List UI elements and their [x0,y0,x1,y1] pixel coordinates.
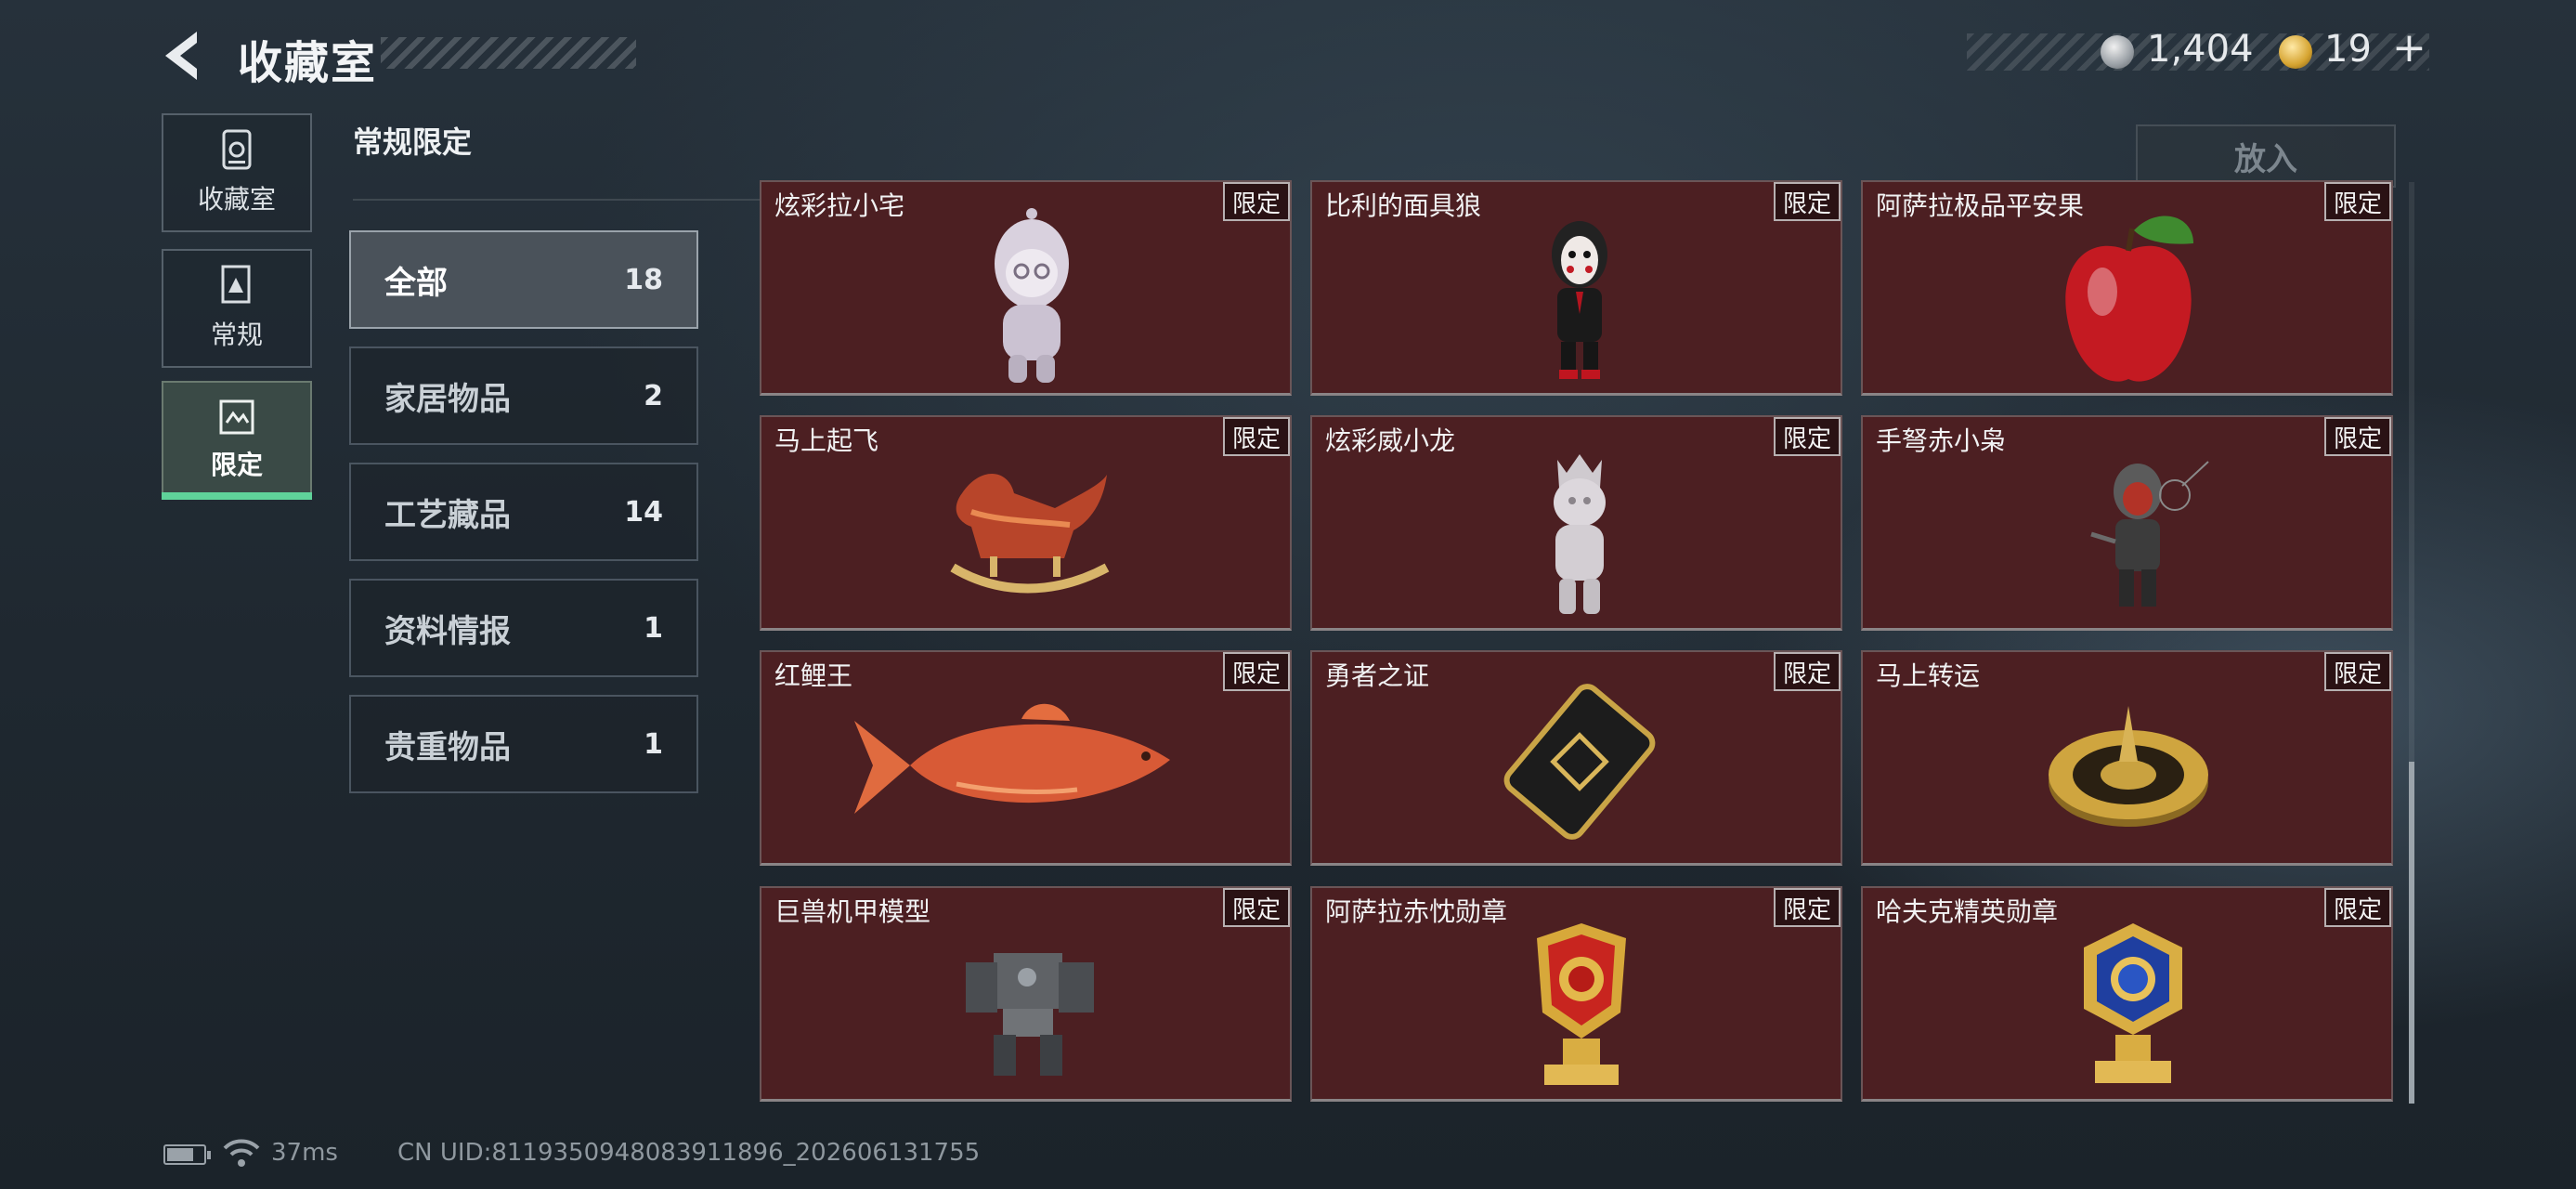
item-name: 马上转运 [1876,660,1981,691]
item-card[interactable]: 巨兽机甲模型 限定 [760,886,1292,1102]
apple-icon [2065,216,2193,382]
masked-figure-icon [1552,221,1607,379]
card-icon [1503,684,1656,840]
category-valuables[interactable]: 贵重物品 1 [349,695,698,793]
dragon-figure-icon [1554,454,1606,614]
limited-badge: 限定 [1774,888,1841,927]
nav-label: 收藏室 [197,184,276,215]
category-count: 18 [624,263,663,296]
scrollbar-thumb[interactable] [2409,762,2414,1104]
nav-label: 常规 [210,320,263,350]
user-id: CN UID:8119350948083911896_202606131755 [397,1139,981,1167]
category-count: 1 [644,611,663,645]
plush-figure-icon [995,208,1069,383]
item-card[interactable]: 阿萨拉赤忱勋章 限定 [1310,886,1842,1102]
limited-badge: 限定 [2324,182,2391,221]
limited-badge: 限定 [1223,417,1290,456]
rocking-horse-icon [950,473,1110,594]
item-card[interactable]: 手弩赤小枭 限定 [1861,415,2393,631]
item-card[interactable]: 炫彩威小龙 限定 [1310,415,1842,631]
item-name: 手弩赤小枭 [1876,425,2007,456]
put-in-button[interactable]: 放入 [2136,124,2396,188]
network-latency: 37ms [271,1139,338,1167]
category-label: 家居物品 [384,380,511,418]
category-label: 全部 [384,264,448,302]
limited-badge: 限定 [1774,182,1841,221]
limited-badge: 限定 [1774,417,1841,456]
battery-icon [163,1144,211,1165]
item-name: 比利的面具狼 [1325,190,1482,221]
section-title: 常规限定 [353,124,473,160]
nav-label: 限定 [210,450,263,480]
roulette-icon [2049,706,2208,827]
limited-badge: 限定 [2324,652,2391,691]
limited-badge: 限定 [1223,182,1290,221]
item-name: 阿萨拉赤忱勋章 [1325,896,1508,927]
limited-badge: 限定 [2324,417,2391,456]
item-card[interactable]: 马上转运 限定 [1861,650,2393,866]
limited-icon [219,399,254,435]
item-card[interactable]: 炫彩拉小宅 限定 [760,180,1292,396]
gold-coin-icon [2279,35,2312,69]
nav-vault[interactable]: 收藏室 [162,113,312,232]
category-count: 2 [644,379,663,412]
add-gold-button[interactable]: + [2392,24,2426,72]
wifi-icon [223,1139,260,1167]
nav-active-indicator [162,492,312,500]
nav-regular[interactable]: 常规 [162,249,312,368]
item-card[interactable]: 红鲤王 限定 [760,650,1292,866]
limited-badge: 限定 [1223,652,1290,691]
medal-red-icon [1537,923,1626,1085]
category-count: 1 [644,727,663,761]
item-name: 炫彩威小龙 [1325,425,1456,456]
section-divider [698,199,763,201]
limited-badge: 限定 [2324,888,2391,927]
item-name: 哈夫克精英勋章 [1876,896,2059,927]
silver-coin-icon [2101,35,2134,69]
item-name: 勇者之证 [1325,660,1430,691]
category-count: 14 [624,495,663,529]
crossbow-figure-icon [2090,461,2209,607]
category-label: 贵重物品 [384,728,511,766]
item-card[interactable]: 勇者之证 限定 [1310,650,1842,866]
silver-currency-value: 1,404 [2147,28,2254,71]
category-label: 资料情报 [384,612,511,650]
carp-icon [854,703,1170,814]
page-title: 收藏室 [238,37,378,89]
medal-blue-icon [2084,923,2182,1083]
item-card[interactable]: 阿萨拉极品平安果 限定 [1861,180,2393,396]
item-card[interactable]: 哈夫克精英勋章 限定 [1861,886,2393,1102]
item-name: 炫彩拉小宅 [774,190,905,221]
category-label: 工艺藏品 [384,496,511,534]
item-name: 马上起飞 [774,425,879,456]
gold-currency-value: 19 [2324,28,2372,71]
title-decoration [381,37,636,69]
limited-badge: 限定 [1774,652,1841,691]
category-all[interactable]: 全部 18 [349,230,698,329]
category-home[interactable]: 家居物品 2 [349,346,698,445]
category-crafts[interactable]: 工艺藏品 14 [349,463,698,561]
item-card[interactable]: 比利的面具狼 限定 [1310,180,1842,396]
vault-icon [222,129,252,170]
mech-model-icon [966,953,1094,1076]
item-name: 阿萨拉极品平安果 [1876,190,2085,221]
back-icon[interactable] [160,28,215,84]
section-divider [353,199,698,201]
item-card[interactable]: 马上起飞 限定 [760,415,1292,631]
limited-badge: 限定 [1223,888,1290,927]
item-name: 巨兽机甲模型 [774,896,931,927]
nav-limited[interactable]: 限定 [162,381,312,500]
category-intel[interactable]: 资料情报 1 [349,579,698,677]
document-icon [221,265,251,304]
item-name: 红鲤王 [774,660,853,691]
